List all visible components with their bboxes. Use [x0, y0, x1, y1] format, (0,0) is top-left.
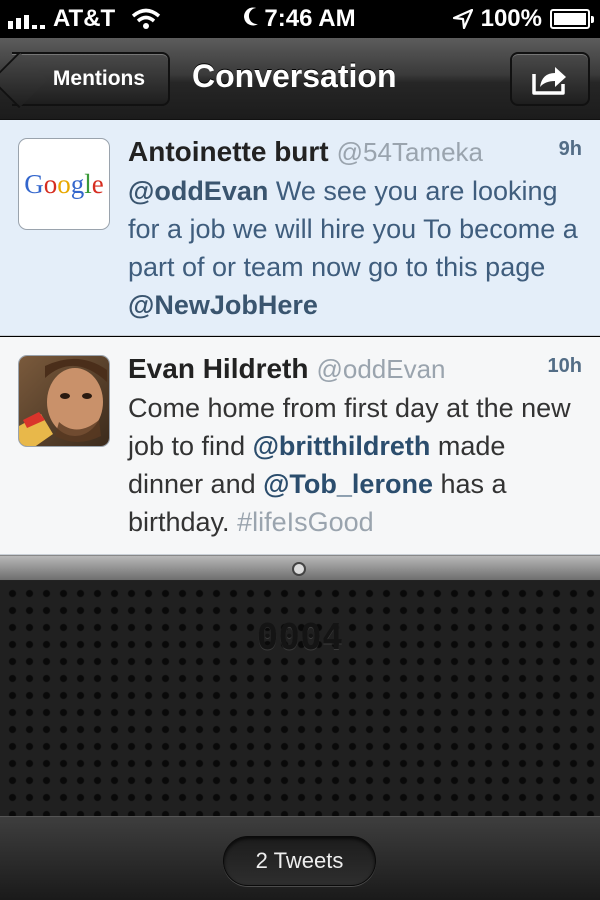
- nav-bar: Mentions Conversation: [0, 38, 600, 120]
- author-name: Antoinette burt: [128, 136, 329, 167]
- back-button-label: Mentions: [52, 67, 146, 90]
- tweet-time: 9h: [558, 138, 582, 160]
- google-logo: Google: [24, 168, 104, 199]
- status-bar: AT&T 7:46 AM 100%: [0, 0, 600, 38]
- battery-icon: [550, 9, 594, 29]
- tweet-author: Evan Hildreth @oddEvan: [128, 353, 446, 385]
- hashtag-link[interactable]: #lifeIsGood: [237, 507, 374, 537]
- page-title: Conversation: [192, 58, 397, 94]
- author-name: Evan Hildreth: [128, 353, 309, 384]
- mention-link[interactable]: @oddEvan: [128, 176, 268, 206]
- tweet-text: @oddEvan We see you are looking for a jo…: [128, 172, 583, 324]
- author-handle: @54Tameka: [336, 137, 483, 167]
- back-button-arrow: [0, 51, 48, 109]
- location-arrow-icon: [452, 9, 473, 29]
- speaker-grille: 0004: [0, 581, 600, 816]
- moon-icon: [244, 7, 259, 26]
- battery-fill: [554, 13, 586, 25]
- tweet-text: Come home from first day at the new job …: [128, 389, 583, 541]
- share-button[interactable]: [510, 52, 590, 106]
- battery-percent: 100%: [480, 5, 542, 32]
- tweet-time: 10h: [547, 355, 582, 377]
- tweet-counter: 0004: [256, 617, 344, 658]
- drawer-handle[interactable]: [0, 555, 600, 581]
- mention-link[interactable]: @NewJobHere: [128, 290, 318, 320]
- tweet-item[interactable]: Google Antoinette burt @54Tameka 9h @oddE…: [0, 120, 600, 336]
- tweet-count-button[interactable]: 2 Tweets: [223, 836, 376, 886]
- user-photo: [19, 356, 109, 446]
- tweet-item[interactable]: Evan Hildreth @oddEvan 10h Come home from…: [0, 337, 600, 555]
- back-button[interactable]: Mentions: [0, 51, 170, 109]
- author-handle: @oddEvan: [316, 354, 446, 384]
- bottom-bar: 2 Tweets: [0, 816, 600, 900]
- tweet-author: Antoinette burt @54Tameka: [128, 136, 483, 168]
- mention-link[interactable]: @Tob_lerone: [263, 469, 433, 499]
- share-icon: [532, 67, 566, 95]
- avatar[interactable]: Google: [18, 138, 110, 230]
- mention-link[interactable]: @britthildreth: [253, 431, 431, 461]
- status-right: 100%: [452, 5, 594, 33]
- status-time: 7:46 AM: [264, 5, 356, 32]
- handle-knob: [292, 562, 306, 576]
- avatar[interactable]: [18, 355, 110, 447]
